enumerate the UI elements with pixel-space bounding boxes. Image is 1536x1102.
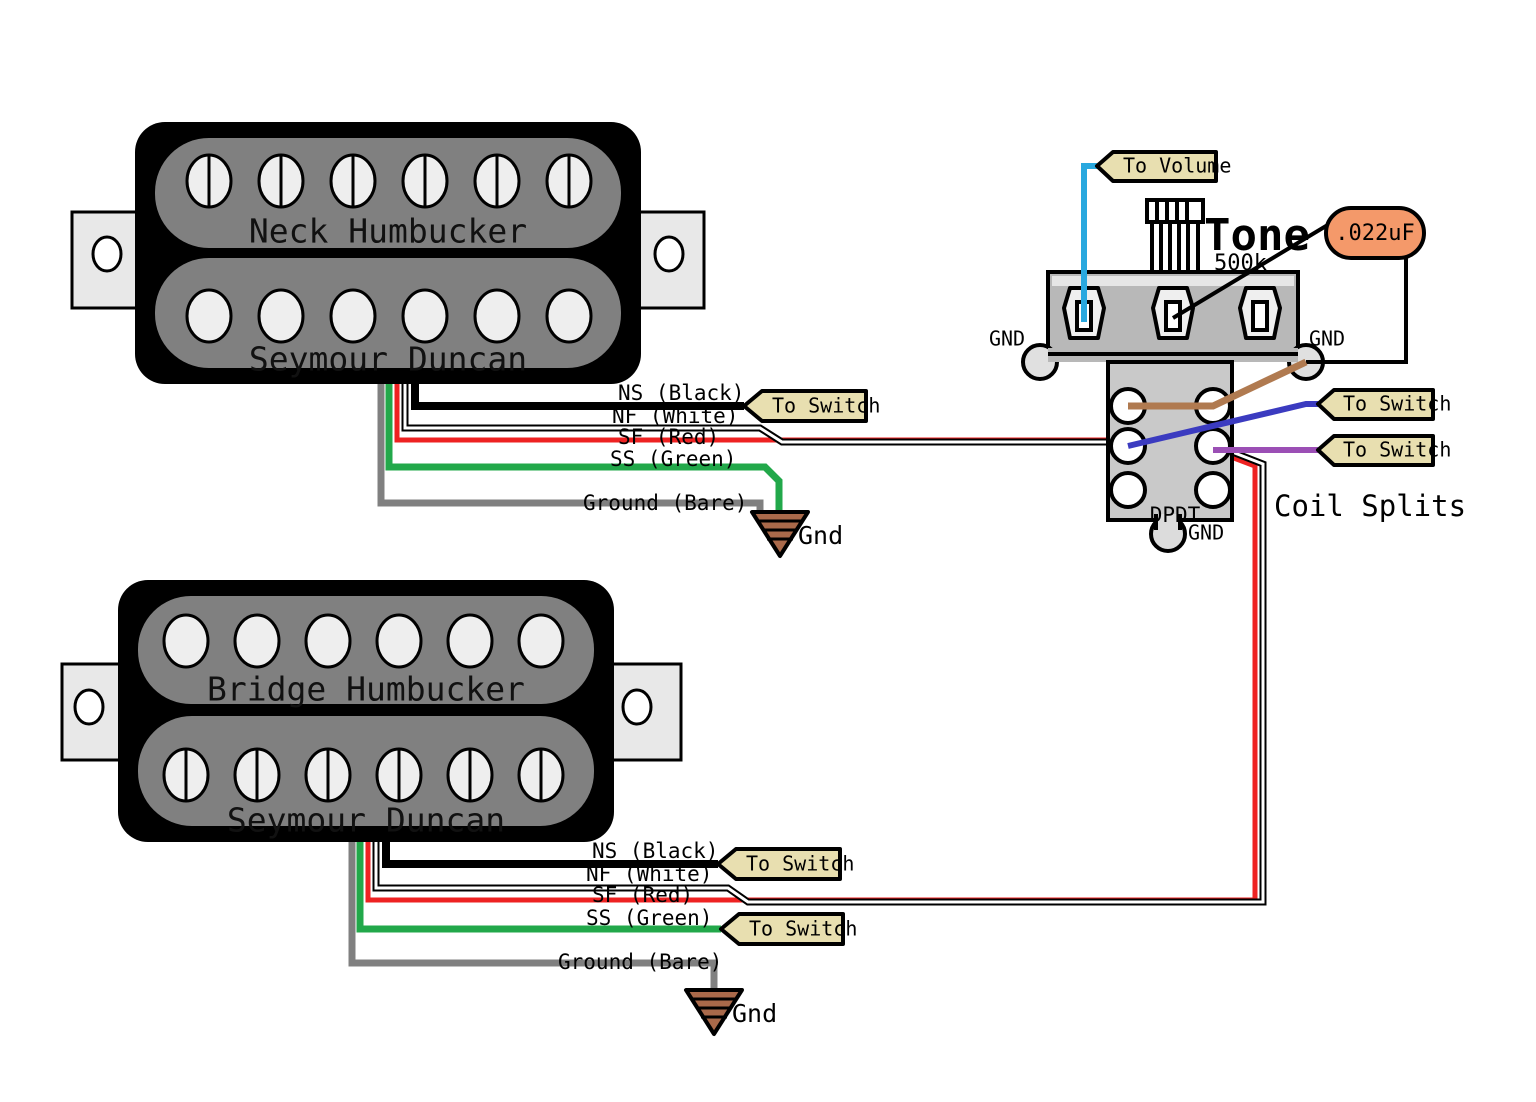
bridge-flag-to-switch-2-label: To Switch <box>749 917 857 941</box>
neck-wire-label-ns: NS (Black) <box>618 381 744 405</box>
pickup-bridge-top-label: Bridge Humbucker <box>207 670 525 709</box>
tone-pot-gnd-left-label: GND <box>989 327 1025 351</box>
capacitor-value: .022uF <box>1335 221 1414 246</box>
neck-wire-label-ss: SS (Green) <box>610 447 736 471</box>
pickup-neck-top-label: Neck Humbucker <box>249 212 527 251</box>
dpdt-gnd-label: GND <box>1188 521 1224 545</box>
neck-ground-label: Gnd <box>798 521 843 550</box>
bridge-wire-label-sf: SF (Red) <box>592 883 693 907</box>
tone-pot-lug-2[interactable] <box>1151 286 1195 340</box>
tone-pot-shaft <box>1145 198 1205 274</box>
tone-flag-to-volume[interactable]: To Volume <box>1095 150 1231 183</box>
pickup-bridge: Bridge Humbucker Seymour Duncan <box>60 580 683 842</box>
pickup-neck-bottom-label: Seymour Duncan <box>249 340 527 379</box>
tone-pot-lug-3[interactable] <box>1238 286 1282 340</box>
coil-splits-label: Coil Splits <box>1274 489 1466 523</box>
pickup-neck-mount-left-hole <box>91 235 123 273</box>
pickup-neck: Neck Humbucker Seymour Duncan <box>70 122 706 384</box>
neck-flag-to-switch-label: To Switch <box>772 394 880 418</box>
tone-pot-gnd-right-label: GND <box>1309 327 1345 351</box>
wiring-diagram-canvas: Neck Humbucker Seymour Duncan NS (Black)… <box>0 0 1536 1102</box>
tone-pot-value: 500k <box>1214 251 1267 276</box>
tone-flag-to-volume-label: To Volume <box>1123 154 1231 178</box>
neck-wire-label-ground: Ground (Bare) <box>583 491 747 515</box>
dpdt-lug-4[interactable] <box>1194 427 1232 465</box>
bridge-ground-label: Gnd <box>732 999 777 1028</box>
pickup-bridge-mount-right-hole <box>621 688 653 726</box>
bridge-flag-to-switch-2[interactable]: To Switch <box>719 912 857 946</box>
bridge-wire-label-ss: SS (Green) <box>586 906 712 930</box>
neck-flag-to-switch[interactable]: To Switch <box>742 389 880 423</box>
dpdt-flag-to-switch-1[interactable]: To Switch <box>1316 388 1451 421</box>
neck-wire-label-sf: SF (Red) <box>618 425 719 449</box>
dpdt-lug-6[interactable] <box>1194 471 1232 509</box>
dpdt-flag-to-switch-2-label: To Switch <box>1343 438 1451 462</box>
tone-pot-body-highlight <box>1052 276 1294 286</box>
bridge-wire-label-ground: Ground (Bare) <box>558 950 722 974</box>
dpdt-flag-to-switch-1-label: To Switch <box>1343 392 1451 416</box>
pickup-neck-mount-right-hole <box>653 235 685 273</box>
bridge-flag-to-switch-1[interactable]: To Switch <box>716 847 854 881</box>
dpdt-flag-to-switch-2[interactable]: To Switch <box>1316 434 1451 467</box>
bridge-wire-label-ns: NS (Black) <box>592 839 718 863</box>
dpdt-lug-5[interactable] <box>1109 471 1147 509</box>
bridge-flag-to-switch-1-label: To Switch <box>746 852 854 876</box>
pickup-bridge-bottom-label: Seymour Duncan <box>227 801 505 840</box>
pickup-bridge-mount-left-hole <box>73 688 105 726</box>
